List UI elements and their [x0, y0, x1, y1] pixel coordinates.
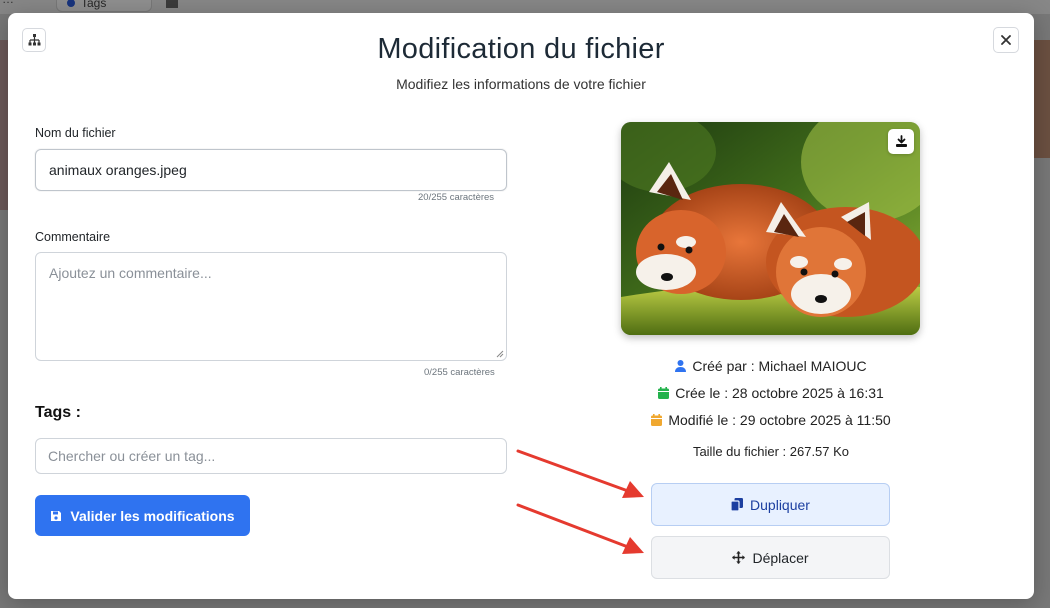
created-date-line: Crée le : 28 octobre 2025 à 16:31: [578, 385, 964, 401]
comment-placeholder: Ajoutez un commentaire...: [49, 265, 212, 281]
save-icon: [51, 510, 62, 521]
file-name-label: Nom du fichier: [35, 126, 116, 140]
save-changes-label: Valider les modifications: [70, 507, 235, 524]
file-name-input[interactable]: animaux oranges.jpeg: [35, 149, 507, 191]
move-button[interactable]: Déplacer: [651, 536, 890, 579]
file-name-value: animaux oranges.jpeg: [49, 162, 187, 178]
calendar-icon: [658, 387, 670, 399]
download-button[interactable]: [888, 129, 914, 154]
duplicate-label: Dupliquer: [750, 496, 810, 513]
tags-heading: Tags :: [35, 404, 81, 421]
copy-icon: [731, 498, 744, 511]
tag-search-input[interactable]: Chercher ou créer un tag...: [35, 438, 507, 474]
file-preview-image: [621, 122, 920, 335]
file-name-counter: 20/255 caractères: [418, 192, 495, 203]
created-by-line: Créé par : Michael MAIOUC: [578, 358, 964, 374]
resize-grip-icon[interactable]: [496, 350, 504, 358]
download-icon: [895, 135, 907, 147]
modified-date-text: Modifié le : 29 octobre 2025 à 11:50: [668, 412, 891, 428]
save-changes-button[interactable]: Valider les modifications: [35, 495, 250, 536]
file-size-text: Taille du fichier : 267.57 Ko: [692, 444, 850, 459]
duplicate-button[interactable]: Dupliquer: [651, 483, 890, 526]
modal-subtitle: Modifiez les informations de votre fichi…: [396, 76, 646, 92]
edit-file-modal: Modification du fichier Modifiez les inf…: [8, 13, 1034, 599]
calendar-icon: [651, 414, 663, 426]
comment-counter: 0/255 caractères: [424, 367, 495, 378]
tag-search-placeholder: Chercher ou créer un tag...: [48, 448, 216, 464]
move-icon: [732, 551, 746, 564]
modal-title: Modification du fichier: [377, 33, 665, 65]
created-by-text: Créé par : Michael MAIOUC: [692, 358, 867, 374]
user-icon: [675, 360, 687, 372]
created-date-text: Crée le : 28 octobre 2025 à 16:31: [675, 385, 884, 401]
red-pandas-photo: [621, 122, 920, 335]
comment-label: Commentaire: [35, 230, 111, 244]
modified-date-line: Modifié le : 29 octobre 2025 à 11:50: [578, 412, 964, 428]
comment-textarea[interactable]: Ajoutez un commentaire...: [35, 252, 507, 361]
move-label: Déplacer: [752, 549, 809, 566]
